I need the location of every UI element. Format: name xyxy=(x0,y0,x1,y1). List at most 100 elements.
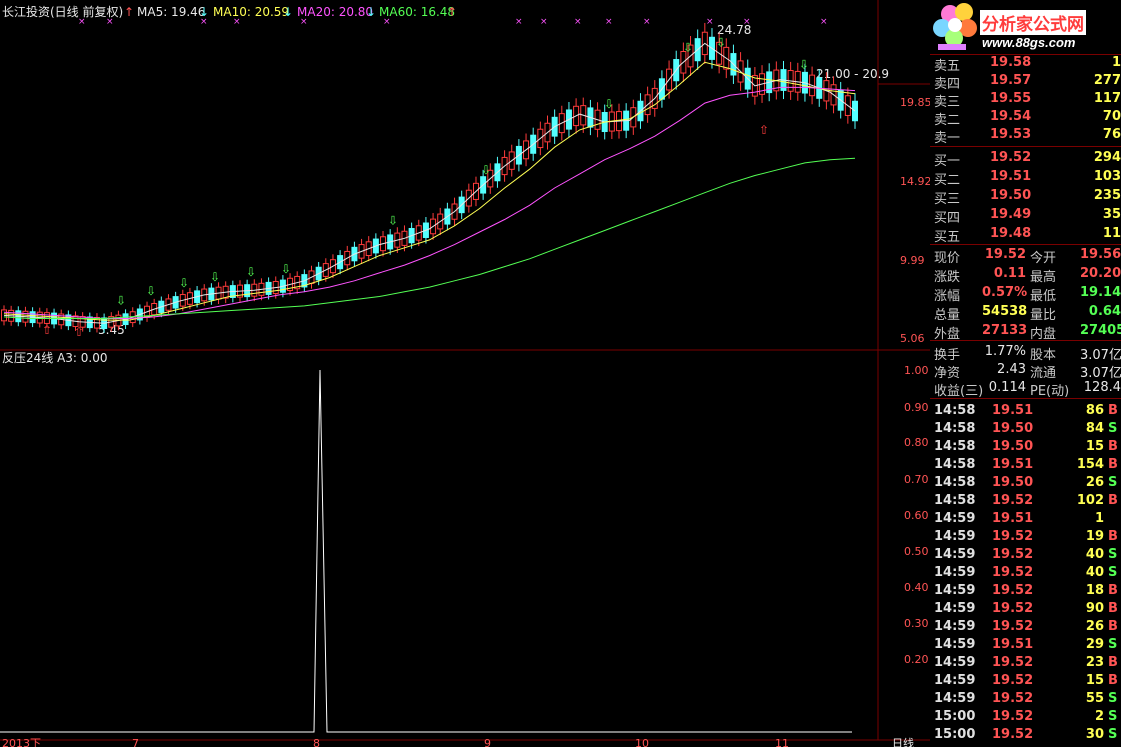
signal-x-icon: × xyxy=(706,17,714,27)
fundamental-label: 收益(三) xyxy=(934,384,984,399)
ma10-label: MA10: 20.59 xyxy=(213,5,289,19)
trade-volume: 154 xyxy=(1076,457,1104,472)
ask-row: 卖四 19.57 277 xyxy=(930,72,1121,92)
trade-row: 15:00 19.52 2 S xyxy=(930,708,1121,726)
up-arrow-icon: ↑ xyxy=(124,5,134,19)
trade-time: 14:59 xyxy=(934,673,976,688)
trade-volume: 2 xyxy=(1094,709,1104,724)
trade-side: B xyxy=(1108,439,1118,454)
buy-arrow-icon: ⇧ xyxy=(74,325,84,339)
quote-value: 0.57% xyxy=(982,285,1028,300)
orderbook-volume: 117 xyxy=(1093,91,1121,106)
ask-row: 卖二 19.54 70 xyxy=(930,108,1121,128)
trade-volume: 18 xyxy=(1085,583,1104,598)
trade-row: 14:59 19.52 26 B xyxy=(930,618,1121,636)
quote-label: 现价 xyxy=(934,251,961,266)
trade-row: 14:59 19.52 15 B xyxy=(930,672,1121,690)
trade-side: B xyxy=(1108,529,1118,544)
logo-url: www.88gs.com xyxy=(982,35,1076,50)
signal-x-icon: × xyxy=(515,17,523,27)
sub-chart-title: 反压24线 A3: 0.00 xyxy=(2,351,108,365)
quote-row: 现价 19.52 今开 19.56 xyxy=(930,246,1121,266)
trade-volume: 102 xyxy=(1076,493,1104,508)
quote-value: 19.56 xyxy=(1080,247,1121,262)
trade-price: 19.52 xyxy=(992,619,1034,634)
ask-row: 卖五 19.58 1 xyxy=(930,54,1121,74)
trade-row: 14:58 19.51 86 B xyxy=(930,402,1121,420)
trade-row: 14:58 19.50 84 S xyxy=(930,420,1121,438)
sub-tick: 0.20 xyxy=(904,653,929,666)
x-axis-period-label: 日线 xyxy=(892,736,914,747)
ask-row: 卖一 19.53 76 xyxy=(930,126,1121,146)
ma5-label: MA5: 19.46 xyxy=(137,5,205,19)
trade-volume: 40 xyxy=(1085,547,1104,562)
orderbook-volume: 11 xyxy=(1102,226,1121,241)
trade-row: 14:59 19.52 18 B xyxy=(930,582,1121,600)
trade-volume: 1 xyxy=(1094,511,1104,526)
trade-price: 19.50 xyxy=(992,475,1034,490)
ma20-label: MA20: 20.80 xyxy=(297,5,373,19)
signal-x-icon: × xyxy=(106,17,114,27)
trade-time: 14:59 xyxy=(934,583,976,598)
trade-volume: 26 xyxy=(1085,475,1104,490)
orderbook-volume: 103 xyxy=(1093,169,1121,184)
trade-side: S xyxy=(1108,637,1118,652)
signal-x-icon: × xyxy=(540,17,548,27)
sell-arrow-icon: ⇩ xyxy=(683,40,693,54)
quote-value: 0.64 xyxy=(1088,304,1121,319)
orderbook-price: 19.51 xyxy=(990,169,1032,184)
trade-price: 19.52 xyxy=(992,691,1034,706)
fundamental-value: 128.4 xyxy=(1083,380,1121,395)
trade-row: 14:59 19.52 40 S xyxy=(930,564,1121,582)
flower-logo-icon xyxy=(933,3,977,50)
trade-volume: 40 xyxy=(1085,565,1104,580)
trade-price: 19.52 xyxy=(992,565,1034,580)
trade-time: 14:59 xyxy=(934,601,976,616)
sell-arrow-icon: ⇩ xyxy=(116,294,126,308)
quote-row: 外盘 27133 内盘 27405 xyxy=(930,322,1121,342)
trade-volume: 26 xyxy=(1085,619,1104,634)
fundamental-row: 换手 1.77% 股本 3.07亿 xyxy=(930,343,1121,363)
quote-row: 总量 54538 量比 0.64 xyxy=(930,303,1121,323)
trade-volume: 30 xyxy=(1085,727,1104,742)
trade-price: 19.52 xyxy=(992,727,1034,742)
quote-value: 0.11 xyxy=(993,266,1026,281)
sell-arrow-icon: ⇩ xyxy=(210,270,220,284)
trade-price: 19.50 xyxy=(992,439,1034,454)
orderbook-price: 19.55 xyxy=(990,91,1032,106)
main-chart-title: 长江投资(日线 前复权) xyxy=(2,4,123,19)
chart-area[interactable]: 长江投资(日线 前复权) ↑ MA5: 19.46 ↓ MA10: 20.59 … xyxy=(0,0,930,747)
trade-price: 19.52 xyxy=(992,547,1034,562)
orderbook-price: 19.49 xyxy=(990,207,1032,222)
trade-price: 19.50 xyxy=(992,421,1034,436)
fundamental-value: 1.77% xyxy=(984,344,1026,359)
trade-time: 14:58 xyxy=(934,493,976,508)
trade-price: 19.51 xyxy=(992,403,1034,418)
sell-arrow-icon: ⇩ xyxy=(481,163,491,177)
trade-row: 14:58 19.51 154 B xyxy=(930,456,1121,474)
trade-side: B xyxy=(1108,493,1118,508)
quote-label: 涨跌 xyxy=(934,270,961,285)
x-axis-label: 7 xyxy=(132,737,139,747)
trade-time: 14:58 xyxy=(934,475,976,490)
trade-row: 14:59 19.52 40 S xyxy=(930,546,1121,564)
trade-price: 19.52 xyxy=(992,709,1034,724)
trade-row: 14:59 19.52 23 B xyxy=(930,654,1121,672)
sell-arrow-icon: ⇩ xyxy=(281,262,291,276)
sell-arrow-icon: ⇩ xyxy=(716,36,726,50)
trade-row: 14:58 19.52 102 B xyxy=(930,492,1121,510)
orderbook-level-label: 卖一 xyxy=(934,131,961,146)
trade-side: S xyxy=(1108,475,1118,490)
quote-row: 涨幅 0.57% 最低 19.14 xyxy=(930,284,1121,304)
fundamental-label: PE(动) xyxy=(1030,384,1070,399)
x-axis-label: 11 xyxy=(775,737,789,747)
trade-side: S xyxy=(1108,565,1118,580)
sub-tick: 0.90 xyxy=(904,401,929,414)
up-arrow-icon: ↑ xyxy=(447,5,457,19)
orderbook-level-label: 买五 xyxy=(934,230,961,245)
trade-volume: 23 xyxy=(1085,655,1104,670)
trade-time: 14:59 xyxy=(934,511,976,526)
trade-time: 14:59 xyxy=(934,637,976,652)
sub-tick: 0.70 xyxy=(904,473,929,486)
quote-value: 27405 xyxy=(1080,323,1121,338)
